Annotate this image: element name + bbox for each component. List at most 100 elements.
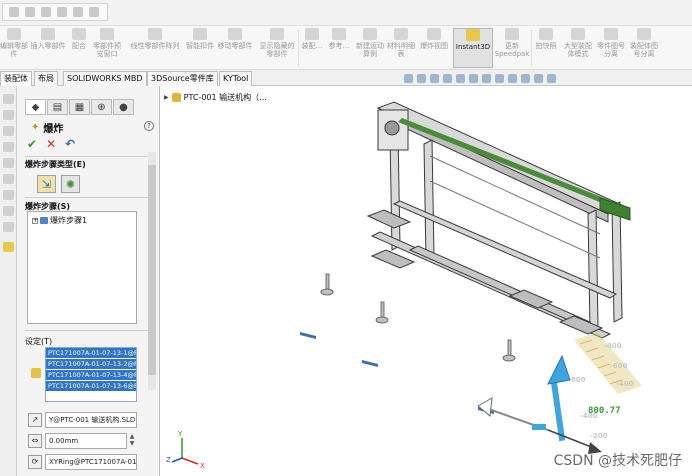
exploded-view-button[interactable]: 爆炸视图 [417,28,451,68]
view-settings-icon[interactable] [534,73,543,83]
strip-tool-icon[interactable] [3,206,14,216]
configuration-manager-tab[interactable]: ▦ [69,99,90,115]
strip-tool-icon[interactable] [3,126,14,136]
strip-tool-icon[interactable] [3,110,14,120]
assembly-features-icon [305,28,319,40]
mate-button[interactable]: 配合 [69,28,89,68]
large-assembly-mode-button[interactable]: 大型装配体模式 [561,28,595,68]
tab-mbd[interactable]: SOLIDWORKS MBD [63,71,147,86]
component-preview-button[interactable]: 零部件预览窗口 [90,28,124,68]
rotation-axis-icon[interactable]: ⟳ [28,455,42,469]
section-explode-step-type[interactable]: 爆炸步骤类型(E) ⌃ [25,159,157,171]
property-manager-title: ✦ 爆炸 [31,122,64,135]
strip-tool-icon[interactable] [3,190,14,200]
speedpak-icon [505,28,519,40]
insert-component-button[interactable]: 插入零部件 [28,28,68,68]
assembly-features-button[interactable]: 装配... [300,28,324,68]
property-manager-tab[interactable]: ▤ [47,99,68,115]
scrollbar-thumb[interactable] [148,165,156,375]
graphics-area[interactable]: ▶ PTC-001 输送机构（... -800 -600 -400 -800 -… [160,86,692,476]
distance-spinner[interactable]: ▲ ▼ [128,433,136,449]
appearance-icon[interactable] [508,73,517,83]
section-view-icon[interactable] [443,73,452,83]
list-item[interactable]: + 爆炸步骤1 [32,215,87,226]
instant3d-icon [466,29,480,41]
new-motion-study-button[interactable]: 新建运动算例 [355,28,385,68]
camera-icon [539,28,553,40]
component-selection-icon [31,368,41,378]
view-icon[interactable] [9,7,19,17]
model-viewport[interactable]: -800-600-400 -800-400-200 800.77 Y Z X [160,86,692,476]
tab-assembly[interactable]: 装配体 [0,71,32,86]
ribbon-separator [298,30,299,66]
bom-icon [394,28,408,40]
explode-steps-list[interactable]: + 爆炸步骤1 [27,211,137,324]
cancel-button[interactable]: ✕ [46,137,56,151]
radial-explode-step-button[interactable]: ✺ [61,175,80,193]
list-item[interactable]: PTC171007A-01-07-13-4@P [46,370,136,381]
direction-icon[interactable]: ↗ [28,413,42,427]
hide-show-icon[interactable] [495,73,504,83]
bill-of-materials-button[interactable]: 材料明细表 [387,28,415,68]
previous-view-icon[interactable] [430,73,439,83]
dimxpert-tab[interactable]: ⊕ [91,99,112,115]
reference-geometry-button[interactable]: 参考... [326,28,352,68]
scene-icon[interactable] [521,73,530,83]
selected-components-list[interactable]: PTC171007A-01-07-13-1@P PTC171007A-01-07… [45,347,137,402]
strip-tool-icon[interactable] [3,174,14,184]
explode-direction-field[interactable]: Y@PTC-001 输送机构.SLD... [45,412,137,428]
undo-button[interactable]: ↶ [65,137,75,151]
explode-triad[interactable]: -800-600-400 -800-400-200 800.77 [477,332,642,454]
feature-tree-icon: ◆ [31,101,40,113]
strip-tool-icon[interactable] [3,142,14,152]
help-button[interactable]: ? [144,121,154,131]
ok-button[interactable]: ✔ [27,137,37,151]
rotation-axis-field[interactable]: XYRing@PTC171007A-01-07 [45,454,137,470]
snap-icon[interactable] [57,7,67,17]
action-buttons: ✔ ✕ ↶ [27,137,75,151]
tab-kytool[interactable]: KYTool [219,71,253,86]
view-orientation-icon[interactable] [469,73,478,83]
part-number-split-button[interactable]: 零件图号分离 [597,28,625,68]
regular-explode-step-button[interactable]: ⇲ [37,175,56,193]
show-hidden-button[interactable]: 显示隐藏的零部件 [258,28,296,68]
watermark: CSDN @技术死肥仔 [553,453,682,469]
dynamic-annotation-icon[interactable] [456,73,465,83]
move-icon [228,28,242,40]
tab-3dsource[interactable]: 3DSource零件库 [147,71,218,86]
monitor-icon[interactable] [547,73,556,83]
reference-icon [332,28,346,40]
explode-distance-field[interactable]: 0.00mm [45,433,127,449]
take-snapshot-button[interactable]: 拍快照 [533,28,559,68]
zoom-fit-icon[interactable] [404,73,413,83]
manager-tabs: ◆ ▤ ▦ ⊕ ● [25,99,134,115]
options-icon[interactable] [89,7,99,17]
feature-manager-tab[interactable]: ◆ [25,99,46,115]
strip-tool-icon[interactable] [3,94,14,104]
smart-fasteners-button[interactable]: 智能扣件 [186,28,214,68]
instant3d-button[interactable]: Instant3D [453,28,493,68]
strip-tool-icon[interactable] [3,158,14,168]
strip-tool-icon[interactable] [3,242,14,252]
command-tabs: 装配体 布局 SOLIDWORKS MBD 3DSource零件库 KYTool [0,70,692,86]
list-item[interactable]: PTC171007A-01-07-13-2@P [46,359,136,370]
display-icon[interactable] [73,7,83,17]
tab-layout[interactable]: 布局 [34,71,58,86]
move-component-button[interactable]: 移动零部件 [215,28,255,68]
zoom-area-icon[interactable] [417,73,426,83]
dimxpert-icon: ⊕ [97,101,106,113]
display-manager-tab[interactable]: ● [113,99,134,115]
expand-icon[interactable]: + [32,217,38,224]
edit-component-button[interactable]: 编辑零部件 [0,28,28,68]
radial-step-icon: ✺ [65,177,76,191]
update-speedpak-button[interactable]: 更新Speedpak [495,28,529,68]
assembly-number-split-button[interactable]: 装配体图号分离 [627,28,661,68]
strip-tool-icon[interactable] [3,222,14,232]
display-style-icon[interactable] [482,73,491,83]
list-item[interactable]: PTC171007A-01-07-13-1@P [46,348,136,359]
sketch-icon[interactable] [25,7,35,17]
bolt-parts [300,332,494,414]
dimension-icon[interactable] [41,7,51,17]
list-item[interactable]: PTC171007A-01-07-13-6@P [46,381,136,392]
linear-pattern-button[interactable]: 线性零部件阵列 [126,28,184,68]
